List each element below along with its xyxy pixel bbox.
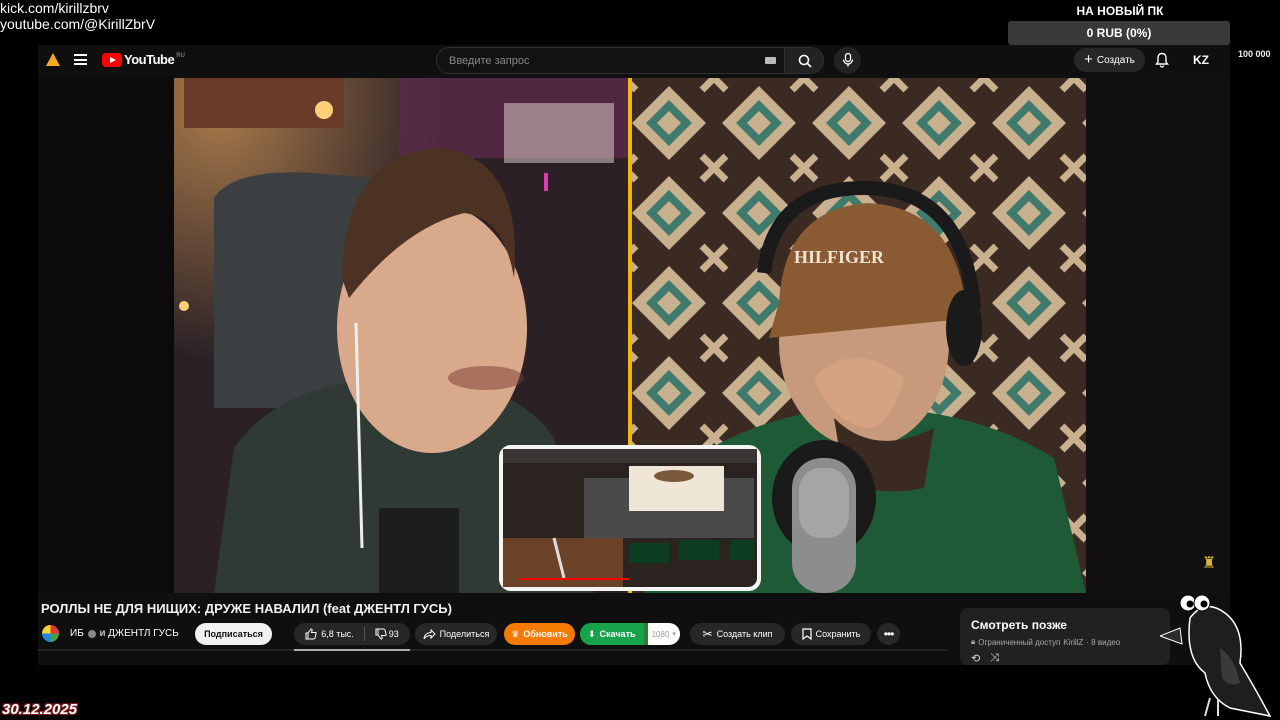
- download-button[interactable]: ⬇ Скачать 1080 ▾: [580, 623, 680, 645]
- subscribe-button[interactable]: Подписаться: [195, 623, 272, 645]
- channel-avatar[interactable]: [42, 625, 59, 642]
- dislike-count: 93: [388, 629, 399, 639]
- like-button[interactable]: 6,8 тыс.: [305, 628, 354, 640]
- watch-later-controls: ⟲ ⤨: [971, 652, 999, 665]
- top-bar: YouTube RU + Создать K: [38, 45, 1230, 75]
- overlay-link-kick: kick.com/kirillzbrv: [0, 0, 109, 16]
- cap-logo-text: HILFIGER: [794, 247, 885, 267]
- watch-later-owner[interactable]: KirillZ: [1063, 638, 1083, 647]
- voice-search-button[interactable]: [834, 47, 861, 74]
- channel-name[interactable]: ИБ: [70, 628, 84, 639]
- bookmark-icon: [802, 628, 812, 640]
- collab-channel-name[interactable]: и ДЖЕНТЛ ГУСЬ: [100, 628, 179, 639]
- upgrade-label: Обновить: [523, 629, 568, 639]
- date-stamp: 30.12.2025: [2, 701, 78, 718]
- upgrade-button[interactable]: ♛ Обновить: [504, 623, 575, 645]
- share-button[interactable]: Поделиться: [415, 623, 497, 645]
- quality-select[interactable]: 1080 ▾: [647, 623, 680, 645]
- donation-goal-max: 100 000: [1238, 49, 1271, 59]
- download-label: Скачать: [599, 629, 636, 639]
- save-label: Сохранить: [815, 629, 861, 639]
- quality-value: 1080: [651, 629, 670, 639]
- verified-icon: [87, 629, 96, 638]
- bell-icon: [1155, 52, 1169, 68]
- watch-later-access: Ограниченный доступ: [978, 637, 1061, 647]
- share-icon: [423, 628, 436, 639]
- donation-goal-bar: 0 RUB (0%): [1008, 21, 1230, 45]
- more-actions-button[interactable]: •••: [877, 623, 900, 645]
- create-clip-button[interactable]: ✂ Создать клип: [690, 623, 785, 645]
- like-divider: [363, 627, 365, 641]
- chevron-down-icon: ▾: [672, 631, 676, 638]
- search-icon: [798, 54, 812, 68]
- section-divider: [38, 649, 948, 651]
- watch-later-meta: 🔒︎ Ограниченный доступ KirillZ · 8 видео: [971, 637, 1120, 647]
- thumbs-down-icon: [375, 628, 387, 640]
- thumbs-up-icon: [305, 628, 317, 640]
- warning-icon: [46, 53, 60, 66]
- like-count: 6,8 тыс.: [321, 629, 354, 639]
- dislike-button[interactable]: 93: [375, 628, 399, 640]
- video-title: РОЛЛЫ НЕ ДЛЯ НИЩИХ: ДРУЖЕ НАВАЛИЛ (feat …: [41, 601, 452, 616]
- youtube-play-icon: [102, 52, 122, 67]
- watch-later-title: Смотреть позже: [971, 618, 1067, 632]
- watch-later-panel[interactable]: Смотреть позже 🔒︎ Ограниченный доступ Ki…: [960, 608, 1170, 665]
- crown-icon: ♛: [511, 628, 520, 639]
- hover-underline: [294, 649, 410, 651]
- more-icon: •••: [883, 627, 895, 641]
- youtube-window: YouTube RU + Создать K: [38, 45, 1230, 665]
- keyboard-icon[interactable]: [765, 57, 776, 64]
- shuffle-icon[interactable]: ⤨: [990, 652, 999, 665]
- menu-icon[interactable]: [74, 54, 87, 65]
- lock-icon: 🔒︎: [971, 637, 976, 646]
- save-button[interactable]: Сохранить: [791, 623, 871, 645]
- channel-names[interactable]: ИБ и ДЖЕНТЛ ГУСЬ: [70, 628, 179, 639]
- video-letterbox-left: [38, 78, 174, 593]
- download-main[interactable]: ⬇ Скачать: [580, 623, 644, 645]
- search-box: [436, 47, 785, 74]
- video-letterbox-right: [1086, 78, 1230, 593]
- video-player[interactable]: HILFIGER: [174, 78, 1086, 593]
- youtube-logo-text: YouTube: [124, 52, 175, 67]
- youtube-logo[interactable]: YouTube RU: [102, 52, 185, 67]
- region-code: RU: [176, 52, 185, 59]
- overlay-link-youtube: youtube.com/@KirillZbrV: [0, 16, 156, 32]
- plus-icon: +: [1084, 51, 1093, 68]
- video-frame: HILFIGER: [174, 78, 1086, 593]
- account-avatar[interactable]: KZ: [1190, 50, 1212, 70]
- crow-mascot: [1160, 594, 1272, 718]
- search-input[interactable]: [447, 53, 751, 68]
- donation-goal-title: НА НОВЫЙ ПК: [1076, 4, 1164, 18]
- loop-icon[interactable]: ⟲: [971, 652, 980, 665]
- donation-goal-status: 0 RUB (0%): [1086, 26, 1152, 40]
- search-button[interactable]: [784, 47, 824, 74]
- share-label: Поделиться: [439, 629, 490, 639]
- create-button[interactable]: + Создать: [1074, 48, 1145, 72]
- scissors-icon: ✂: [702, 627, 713, 641]
- download-icon: ⬇: [588, 628, 596, 639]
- create-label: Создать: [1096, 54, 1135, 66]
- watch-later-count: · 8 видео: [1086, 637, 1121, 647]
- like-dislike-group: 6,8 тыс. 93: [294, 623, 410, 645]
- notifications-button[interactable]: [1155, 52, 1169, 73]
- microphone-icon: [842, 53, 854, 67]
- create-clip-label: Создать клип: [716, 629, 773, 639]
- trophy-icon: ♜: [1202, 555, 1217, 572]
